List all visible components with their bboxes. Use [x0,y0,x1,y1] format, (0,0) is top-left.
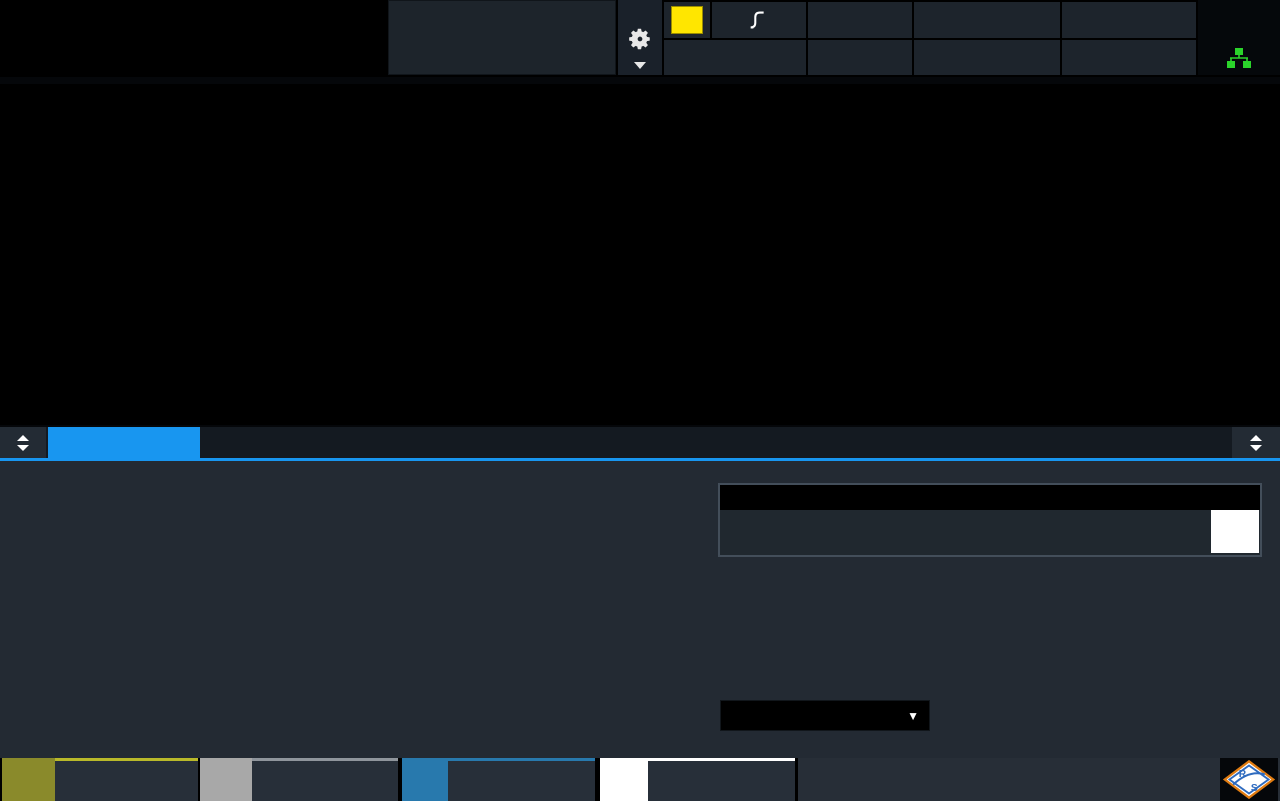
channel-bar-filler [798,758,1280,801]
network-icon [1226,46,1252,75]
rohde-schwarz-logo: RS [1220,758,1278,801]
waveform-plot[interactable] [0,84,1280,425]
logic-d70-panel[interactable] [448,758,595,801]
channel-c1-panel[interactable] [55,758,198,801]
acquisition-state-cell[interactable] [1062,2,1196,38]
svg-text:S: S [1251,783,1258,794]
time-format-select[interactable]: ▼ [720,700,930,731]
segment-table-header [0,461,682,498]
toolbar-empty-panel [388,0,616,75]
svg-text:R: R [1239,769,1247,780]
bus-tab[interactable] [600,758,648,801]
channel-c1-tab[interactable] [2,758,55,801]
tab-scroll-right-button[interactable] [1232,427,1280,458]
chevron-down-icon: ▼ [907,709,919,723]
segment-position-slider[interactable] [718,483,1262,557]
timebase-cell[interactable] [914,2,1060,38]
sample-rate-cell[interactable] [808,40,912,75]
slider-track[interactable] [720,510,1260,553]
bus-panel[interactable] [648,758,795,801]
slider-scale [720,485,1260,510]
result-tab-bar [0,427,1280,458]
channel-c2-tab[interactable] [200,758,252,801]
datetime-panel [1198,0,1280,75]
decimation-cell[interactable] [1062,40,1196,75]
gear-icon[interactable] [627,26,653,57]
tab-scroll-left-button[interactable] [0,427,46,458]
menu-expand-icon[interactable] [634,62,646,69]
trigger-source-cell[interactable] [664,2,806,38]
tab-segment-table[interactable] [48,427,200,458]
oscilloscope-screen: ▼ RS [0,0,1280,801]
trigger-slope-icon[interactable] [712,7,806,33]
slider-handle[interactable] [1211,510,1259,553]
trigger-level-cell[interactable] [664,40,806,75]
channel-c2-panel[interactable] [252,758,398,801]
top-toolbar [0,0,1280,77]
segment-table-panel: ▼ [0,461,1280,758]
logic-d70-tab[interactable] [402,758,448,801]
waveform-area [0,84,1280,425]
horizontal-position-cell[interactable] [914,40,1060,75]
column-header-relative-time [90,476,682,498]
segment-table [0,461,682,498]
channel-bar: RS [0,758,1280,801]
column-header-number [0,476,90,498]
trigger-source-badge[interactable] [671,6,703,34]
trigger-mode-cell[interactable] [808,2,912,38]
menu-column[interactable] [618,0,662,75]
